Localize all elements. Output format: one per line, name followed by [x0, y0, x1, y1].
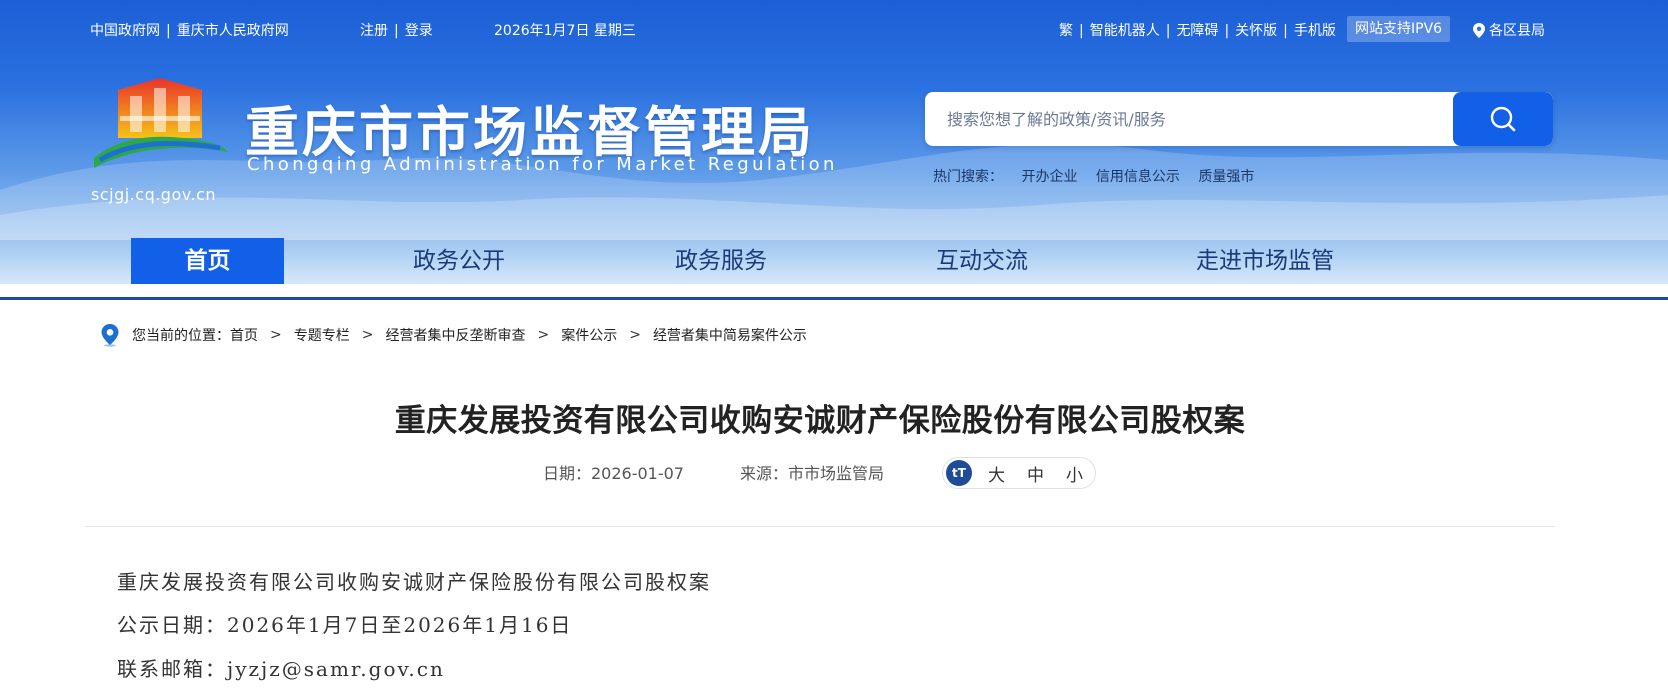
site-logo-emblem [94, 78, 228, 168]
content-divider [85, 526, 1555, 527]
search-button[interactable] [1453, 92, 1553, 146]
site-subtitle: Chongqing Administration for Market Regu… [247, 154, 838, 175]
article-date: 日期：2026-01-07 [543, 464, 684, 483]
breadcrumb-separator: > [537, 327, 550, 343]
breadcrumb-antitrust-review[interactable]: 经营者集中反垄断审查 [385, 325, 525, 345]
search-input[interactable] [925, 92, 1455, 146]
nav-gov-services[interactable]: 政务服务 [675, 238, 767, 284]
current-date: 2026年1月7日 星期三 [494, 23, 636, 39]
breadcrumb-separator: > [270, 327, 282, 343]
top-utility-bar: 中国政府网 | 重庆市人民政府网 注册 | 登录 2026年1月7日 星期三 繁 | 智能机… [0, 16, 1668, 42]
login-link[interactable]: 登录 [405, 23, 433, 39]
location-pin-icon [101, 324, 119, 347]
register-link[interactable]: 注册 [360, 23, 388, 39]
link-china-gov[interactable]: 中国政府网 [90, 23, 160, 39]
breadcrumb-separator: > [629, 327, 641, 343]
nav-about-regulation[interactable]: 走进市场监管 [1196, 238, 1334, 284]
breadcrumb-separator: > [361, 327, 374, 343]
search-icon [1490, 106, 1516, 132]
article-source: 来源：市市场监管局 [740, 464, 885, 483]
body-case-name: 重庆发展投资有限公司收购安诚财产保险股份有限公司股权案 [117, 570, 711, 594]
hot-search-label: 热门搜索： [933, 169, 1003, 185]
mobile-link[interactable]: 手机版 [1294, 23, 1336, 39]
site-header: 中国政府网 | 重庆市人民政府网 注册 | 登录 2026年1月7日 星期三 繁 | 智能机… [0, 0, 1668, 284]
region-label: 各区县局 [1489, 23, 1545, 39]
font-size-large[interactable]: 大 [988, 461, 1005, 486]
nav-interaction[interactable]: 互动交流 [936, 238, 1028, 284]
link-cq-gov[interactable]: 重庆市人民政府网 [177, 23, 289, 39]
hot-search: 热门搜索： 开办企业 信用信息公示 质量强市 [933, 166, 1254, 186]
care-mode-link[interactable]: 关怀版 [1235, 23, 1277, 39]
site-domain: scjgj.cq.gov.cn [91, 185, 216, 204]
breadcrumb-simple-case-notice[interactable]: 经营者集中简易案件公示 [653, 325, 807, 345]
gov-links: 中国政府网 | 重庆市人民政府网 [90, 23, 289, 39]
font-size-medium[interactable]: 中 [1027, 461, 1044, 486]
breadcrumb-case-notice[interactable]: 案件公示 [561, 325, 617, 345]
ipv6-badge: 网站支持IPV6 [1347, 16, 1451, 42]
nav-gov-affairs[interactable]: 政务公开 [413, 238, 505, 284]
accessibility-tools: 繁 | 智能机器人 | 无障碍 | 关怀版 | 手机版 [1059, 23, 1336, 39]
breadcrumb-home[interactable]: 首页 [230, 325, 258, 345]
breadcrumb-special-topics[interactable]: 专题专栏 [294, 325, 350, 345]
body-notice-period: 公示日期：2026年1月7日至2026年1月16日 [117, 613, 573, 637]
region-selector[interactable]: 各区县局 [1473, 20, 1545, 40]
auth-links: 注册 | 登录 [360, 23, 433, 39]
font-size-icon: tT [946, 460, 972, 486]
search-bar [925, 92, 1553, 146]
accessibility-link[interactable]: 无障碍 [1176, 23, 1218, 39]
nav-bottom-line [0, 297, 1668, 300]
breadcrumb-label: 您当前的位置： [132, 328, 230, 344]
breadcrumb: 您当前的位置： 首页 > 专题专栏 > 经营者集中反垄断审查 > 案件公示 > … [100, 323, 807, 347]
article-title: 重庆发展投资有限公司收购安诚财产保险股份有限公司股权案 [394, 403, 1246, 439]
body-contact-email: 联系邮箱：jyzjz@samr.gov.cn [117, 657, 445, 681]
font-size-small[interactable]: 小 [1066, 461, 1083, 486]
font-size-switcher: tT 大 中 小 [942, 457, 1096, 489]
main-nav: 首页 政务公开 政务服务 互动交流 走进市场监管 [0, 238, 1668, 284]
nav-home[interactable]: 首页 [131, 238, 284, 284]
hot-term-quality-city[interactable]: 质量强市 [1198, 169, 1254, 185]
robot-link[interactable]: 智能机器人 [1090, 23, 1160, 39]
hot-term-credit-info[interactable]: 信用信息公示 [1096, 169, 1180, 185]
hot-term-open-business[interactable]: 开办企业 [1021, 169, 1077, 185]
location-pin-icon [1473, 22, 1485, 38]
traditional-chinese-link[interactable]: 繁 [1059, 23, 1073, 39]
